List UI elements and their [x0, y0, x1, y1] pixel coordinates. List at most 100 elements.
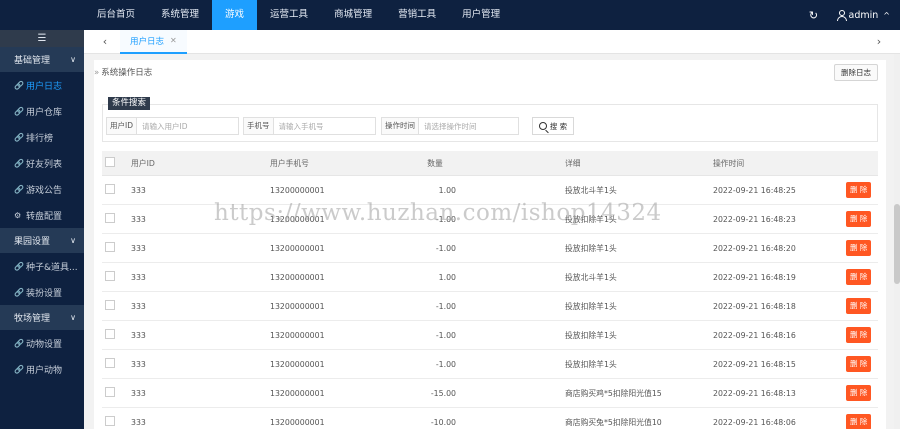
cell-time: 2022-09-21 16:48:06 — [713, 417, 796, 427]
cell-num: -1.00 — [435, 359, 456, 369]
cell-phone: 13200000001 — [270, 272, 325, 282]
delete-button[interactable]: 删 除 — [846, 240, 872, 256]
row-checkbox[interactable] — [105, 329, 115, 339]
sidebar-item-leaderboard[interactable]: 🔗 排行榜 — [0, 124, 84, 150]
refresh-icon[interactable]: ↻ — [800, 9, 828, 22]
chevron-up-icon: ^ — [883, 10, 890, 20]
uid-input[interactable] — [137, 118, 237, 134]
cell-num: -1.00 — [435, 301, 456, 311]
sidebar: ☰ 基础管理 ∨ 🔗 用户日志 🔗 用户仓库 🔗 排行榜 🔗 好友列表 🔗 游戏… — [0, 30, 84, 429]
row-checkbox[interactable] — [105, 416, 115, 426]
cell-desc: 投放扣除羊1头 — [565, 359, 617, 369]
time-field: 操作时间 — [381, 117, 519, 135]
top-right-tools: ↻ admin ^ — [800, 0, 900, 30]
cell-desc: 商店购买兔*5扣除阳光值10 — [565, 417, 662, 427]
chevron-left-icon[interactable]: ‹ — [94, 35, 116, 48]
chevron-right-icon[interactable]: › — [868, 35, 890, 48]
top-nav-system[interactable]: 系统管理 — [148, 0, 212, 30]
top-nav-marketing[interactable]: 营销工具 — [385, 0, 449, 30]
top-nav-mall[interactable]: 商城管理 — [321, 0, 385, 30]
cell-phone: 13200000001 — [270, 388, 325, 398]
sidebar-group-label: 基础管理 — [14, 56, 51, 66]
table-row: 333 13200000001 -1.00 投放扣除羊1头 2022-09-21 16:… — [102, 205, 878, 234]
sidebar-item-user-warehouse[interactable]: 🔗 用户仓库 — [0, 98, 84, 124]
cell-op: 删 除 — [846, 298, 878, 314]
breadcrumb: » 系统操作日志 — [94, 66, 152, 78]
search-button-label: 搜 索 — [549, 121, 568, 131]
row-checkbox-cell — [102, 329, 131, 341]
delete-button[interactable]: 删 除 — [846, 385, 872, 401]
sidebar-item-wheel-config[interactable]: ⚙ 转盘配置 — [0, 202, 84, 228]
cell-time: 2022-09-21 16:48:13 — [713, 388, 796, 398]
link-icon: 🔗 — [14, 364, 24, 374]
cell-uid: 333 — [131, 272, 146, 282]
cell-op: 删 除 — [846, 240, 878, 256]
chevron-down-icon: ∨ — [70, 236, 76, 245]
delete-button[interactable]: 删 除 — [846, 298, 872, 314]
select-all-checkbox[interactable] — [105, 157, 115, 167]
top-nav-game[interactable]: 游戏 — [212, 0, 258, 30]
cell-uid: 333 — [131, 243, 146, 253]
row-checkbox[interactable] — [105, 213, 115, 223]
sidebar-item-decor[interactable]: 🔗 装扮设置 — [0, 279, 84, 305]
table-body: 333 13200000001 1.00 投放北斗羊1头 2022-09-21 16:4… — [102, 176, 878, 429]
cell-op: 删 除 — [846, 414, 878, 429]
sidebar-item-friends[interactable]: 🔗 好友列表 — [0, 150, 84, 176]
cell-uid: 333 — [131, 388, 146, 398]
top-nav-users[interactable]: 用户管理 — [449, 0, 513, 30]
user-menu[interactable]: admin ^ — [836, 10, 890, 21]
row-checkbox[interactable] — [105, 387, 115, 397]
row-checkbox[interactable] — [105, 300, 115, 310]
row-checkbox-cell — [102, 416, 131, 428]
scrollbar[interactable] — [894, 54, 900, 429]
cell-phone: 13200000001 — [270, 359, 325, 369]
scrollbar-thumb[interactable] — [894, 204, 900, 284]
close-icon[interactable]: ✕ — [170, 36, 177, 45]
row-checkbox[interactable] — [105, 242, 115, 252]
row-checkbox[interactable] — [105, 184, 115, 194]
delete-button[interactable]: 删 除 — [846, 356, 872, 372]
phone-input[interactable] — [273, 118, 374, 134]
delete-button[interactable]: 删 除 — [846, 269, 872, 285]
search-panel: 用户ID 手机号 操作时间 搜 索 — [102, 104, 878, 142]
chevron-down-icon: ∨ — [70, 55, 76, 64]
tab-user-log[interactable]: 用户日志 ✕ — [120, 29, 187, 54]
top-nav-home[interactable]: 后台首页 — [84, 0, 148, 30]
header-checkbox-cell — [102, 157, 131, 169]
sidebar-group-ranch[interactable]: 牧场管理 ∨ — [0, 305, 84, 330]
phone-field: 手机号 — [243, 117, 376, 135]
time-input[interactable] — [419, 118, 517, 134]
row-checkbox[interactable] — [105, 358, 115, 368]
cell-phone: 13200000001 — [270, 301, 325, 311]
sidebar-group-label: 牧场管理 — [14, 314, 51, 324]
link-icon: 🔗 — [14, 338, 24, 348]
sidebar-item-announcements[interactable]: 🔗 游戏公告 — [0, 176, 84, 202]
sidebar-item-user-log[interactable]: 🔗 用户日志 — [0, 72, 84, 98]
row-checkbox[interactable] — [105, 271, 115, 281]
sidebar-toggle[interactable]: ☰ — [0, 30, 84, 47]
sidebar-item-label: 装扮设置 — [26, 288, 63, 299]
cell-num: 1.00 — [438, 185, 456, 195]
search-button[interactable]: 搜 索 — [532, 117, 574, 135]
sidebar-item-label: 用户动物 — [26, 365, 63, 376]
link-icon: 🔗 — [14, 184, 24, 194]
delete-button[interactable]: 删 除 — [846, 327, 872, 343]
row-checkbox-cell — [102, 387, 131, 399]
table-row: 333 13200000001 -1.00 投放扣除羊1头 2022-09-21 16:… — [102, 234, 878, 263]
sidebar-item-label: 游戏公告 — [26, 185, 63, 196]
sidebar-item-label: 种子&道具... — [26, 262, 78, 273]
delete-button[interactable]: 删 除 — [846, 211, 872, 227]
uid-label: 用户ID — [107, 118, 137, 134]
delete-button[interactable]: 删 除 — [846, 414, 872, 429]
clear-logs-button[interactable]: 删除日志 — [834, 64, 878, 81]
top-nav-operations[interactable]: 运营工具 — [257, 0, 321, 30]
sidebar-item-user-animals[interactable]: 🔗 用户动物 — [0, 356, 84, 382]
sidebar-item-seeds[interactable]: 🔗 种子&道具... — [0, 253, 84, 279]
delete-button[interactable]: 删 除 — [846, 182, 872, 198]
sidebar-group-basic[interactable]: 基础管理 ∨ — [0, 47, 84, 72]
sidebar-group-orchard[interactable]: 果园设置 ∨ — [0, 228, 84, 253]
cell-uid: 333 — [131, 417, 146, 427]
cell-op: 删 除 — [846, 327, 878, 343]
cell-num: -1.00 — [435, 330, 456, 340]
sidebar-item-animal-settings[interactable]: 🔗 动物设置 — [0, 330, 84, 356]
